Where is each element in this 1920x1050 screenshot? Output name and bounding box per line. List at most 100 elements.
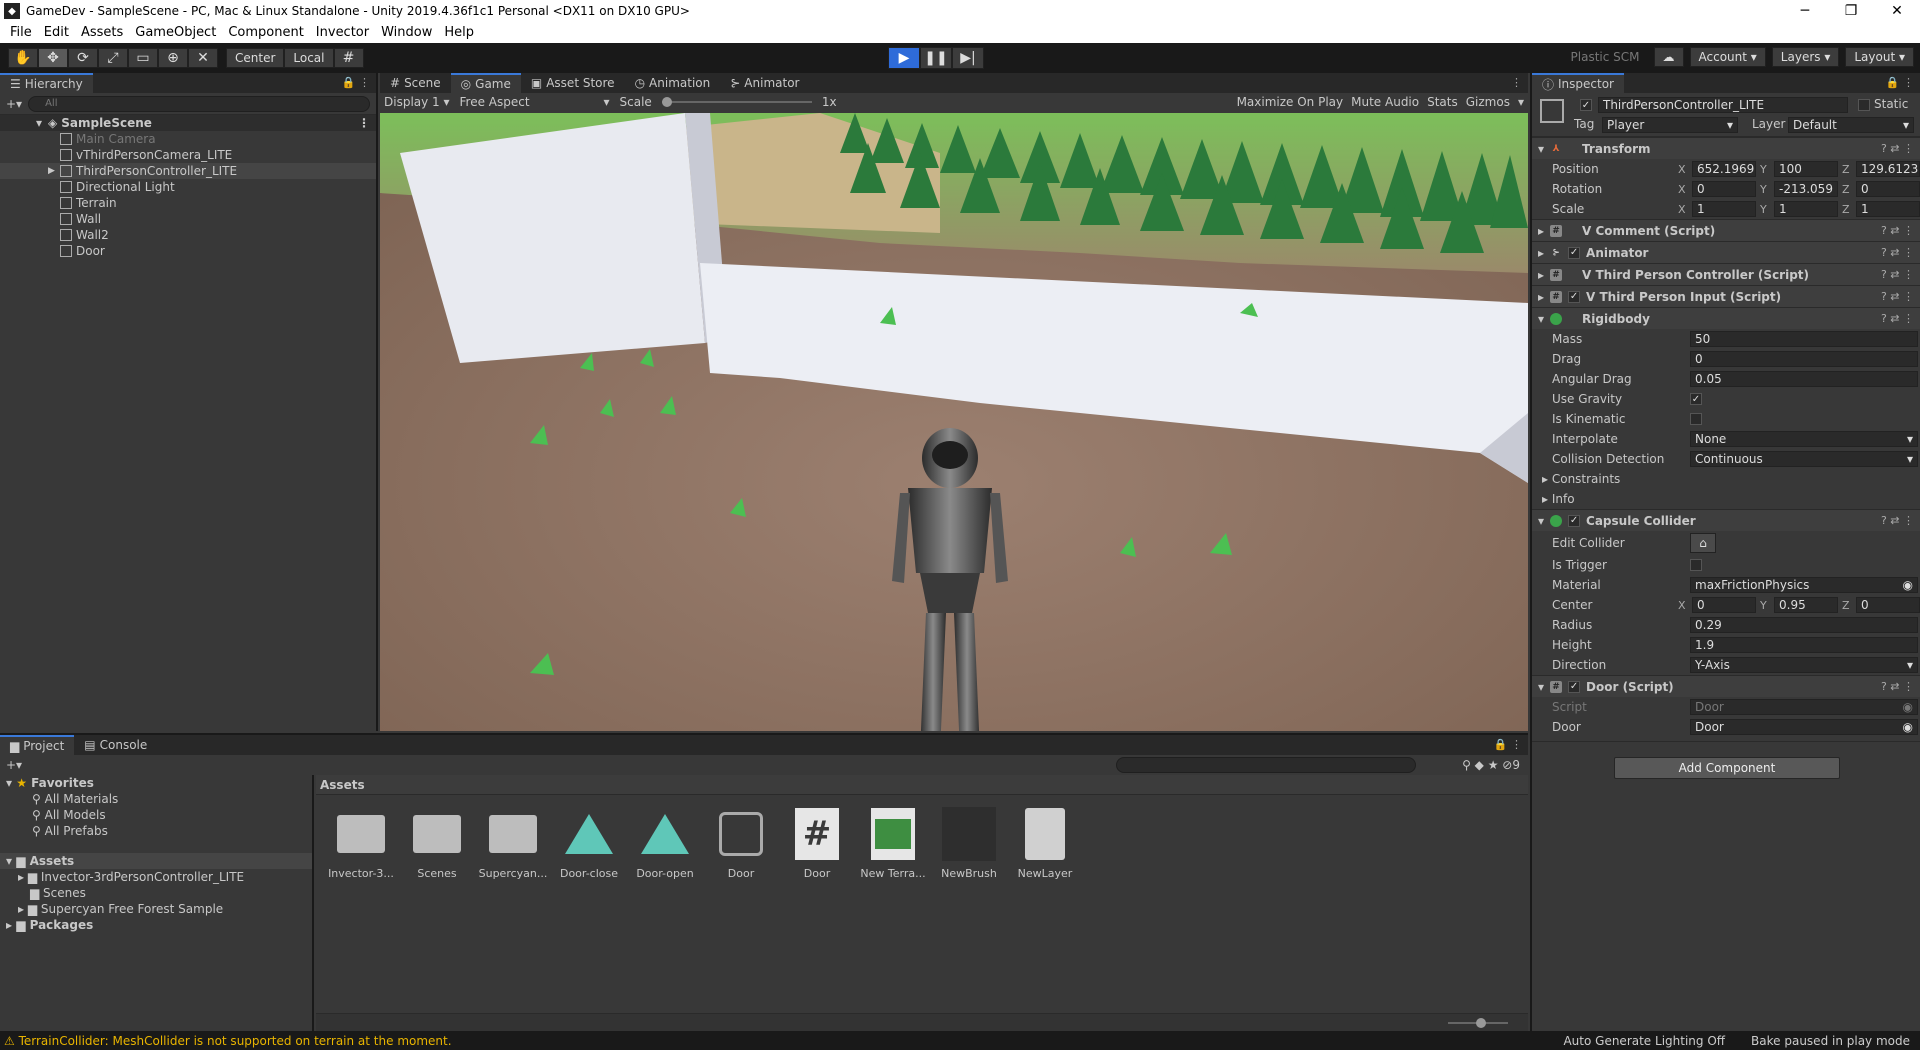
menu-assets[interactable]: Assets (75, 25, 129, 40)
chevron-right-icon[interactable]: ▸ (1538, 224, 1544, 238)
tab-animation[interactable]: ◷ Animation (625, 73, 721, 93)
chevron-right-icon[interactable]: ▸ (18, 902, 28, 916)
maximize-on-play-toggle[interactable]: Maximize On Play (1237, 95, 1344, 109)
assets-root-row[interactable]: ▾ ▆ Assets (0, 853, 312, 869)
position-y-field[interactable]: 100 (1774, 161, 1838, 177)
grid-snap-icon[interactable]: # (333, 48, 364, 68)
folder-row[interactable]: ▸ ▆ Invector-3rdPersonController_LITE (0, 869, 312, 885)
help-settings-icon[interactable]: ? ⇄ ⋮ (1881, 312, 1914, 325)
transform-tool-icon[interactable]: ⊕ (158, 48, 188, 68)
favorites-row[interactable]: ▾ ★ Favorites (0, 775, 312, 791)
scene-menu-icon[interactable]: ⋮ (358, 116, 370, 130)
component-header[interactable]: ▸ # V Comment (Script) ? ⇄ ⋮ (1532, 219, 1920, 241)
position-x-field[interactable]: 652.1969 (1692, 161, 1756, 177)
rotate-tool-icon[interactable]: ⟳ (68, 48, 98, 68)
angular-drag-field[interactable]: 0.05 (1690, 371, 1918, 387)
chevron-right-icon[interactable]: ▸ (18, 870, 28, 884)
layer-dropdown[interactable]: Default ▾ (1788, 117, 1914, 133)
scale-y-field[interactable]: 1 (1774, 201, 1838, 217)
step-button[interactable]: ▶| (952, 47, 984, 69)
center-z-field[interactable]: 0 (1856, 597, 1920, 613)
collision-detection-dropdown[interactable]: Continuous ▾ (1690, 451, 1918, 467)
chevron-down-icon[interactable]: ▾ (1538, 514, 1544, 528)
chevron-down-icon[interactable]: ▾ (1538, 312, 1544, 326)
tab-inspector[interactable]: ⓘ Inspector (1532, 73, 1624, 93)
active-checkbox[interactable]: ✓ (1580, 99, 1592, 111)
tab-game[interactable]: ◎ Game (450, 73, 521, 93)
asset-item[interactable]: Invector-3... (328, 807, 394, 880)
panel-lock-icon[interactable]: 🔒 ⋮ (342, 76, 370, 89)
hand-tool-icon[interactable]: ✋ (8, 48, 38, 68)
asset-item[interactable]: NewLayer (1012, 807, 1078, 880)
center-x-field[interactable]: 0 (1692, 597, 1756, 613)
asset-item[interactable]: Scenes (404, 807, 470, 880)
capsule-collider-header[interactable]: ▾ ✓ Capsule Collider ? ⇄ ⋮ (1532, 509, 1920, 531)
asset-item[interactable]: NewBrush (936, 807, 1002, 880)
door-field[interactable]: Door ◉ (1690, 719, 1918, 735)
status-warning-text[interactable]: TerrainCollider: MeshCollider is not sup… (19, 1034, 452, 1048)
object-picker-icon[interactable]: ◉ (1903, 720, 1913, 734)
is-kinematic-checkbox[interactable] (1690, 413, 1702, 425)
scale-slider[interactable] (661, 97, 812, 107)
plastic-scm-button[interactable]: Plastic SCM (1562, 47, 1648, 67)
panel-menu-icon[interactable]: ⋮ (1511, 76, 1522, 89)
menu-file[interactable]: File (4, 25, 38, 40)
constraints-foldout[interactable]: ▸ Constraints (1532, 469, 1920, 489)
chevron-right-icon[interactable]: ▸ (1538, 268, 1544, 282)
cloud-icon[interactable]: ☁ (1653, 47, 1684, 67)
account-dropdown[interactable]: Account ▾ (1689, 47, 1766, 67)
is-trigger-checkbox[interactable] (1690, 559, 1702, 571)
expand-arrow-icon[interactable]: ▾ (36, 116, 42, 130)
expand-arrow-icon[interactable]: ▶ (48, 166, 55, 176)
transform-header[interactable]: ▾ ⅄ Transform ? ⇄ ⋮ (1532, 137, 1920, 159)
component-header[interactable]: ▸ # V Third Person Controller (Script) ? ⇄ … (1532, 263, 1920, 285)
scale-tool-icon[interactable]: ⤢ (98, 48, 128, 68)
hierarchy-item[interactable]: vThirdPersonCamera_LITE (0, 147, 376, 163)
menu-window[interactable]: Window (375, 25, 438, 40)
rotation-x-field[interactable]: 0 (1692, 181, 1756, 197)
asset-item[interactable]: Door (708, 807, 774, 880)
play-button[interactable]: ▶ (888, 47, 920, 69)
static-checkbox[interactable] (1858, 99, 1870, 111)
use-gravity-checkbox[interactable]: ✓ (1690, 393, 1702, 405)
hierarchy-item[interactable]: Main Camera (0, 131, 376, 147)
menu-invector[interactable]: Invector (310, 25, 375, 40)
object-name-field[interactable]: ThirdPersonController_LITE (1598, 97, 1848, 113)
maximize-button[interactable]: ❐ (1828, 0, 1874, 22)
custom-tool-icon[interactable]: ✕ (188, 48, 218, 68)
asset-item[interactable]: Door-open (632, 807, 698, 880)
favorite-item[interactable]: ⚲ All Prefabs (0, 823, 312, 839)
mass-field[interactable]: 50 (1690, 331, 1918, 347)
rigidbody-header[interactable]: ▾ Rigidbody ? ⇄ ⋮ (1532, 307, 1920, 329)
project-search-input[interactable] (1116, 757, 1416, 773)
asset-item[interactable]: # Door (784, 807, 850, 880)
tab-project[interactable]: ▆ Project (0, 735, 75, 755)
hierarchy-item-selected[interactable]: ▶ ThirdPersonController_LITE (0, 163, 376, 179)
object-picker-icon[interactable]: ◉ (1903, 578, 1913, 592)
hierarchy-item[interactable]: Door (0, 243, 376, 259)
hierarchy-item[interactable]: Wall (0, 211, 376, 227)
material-field[interactable]: maxFrictionPhysics ◉ (1690, 577, 1918, 593)
component-enabled-checkbox[interactable]: ✓ (1568, 246, 1581, 259)
auto-lighting-status[interactable]: Auto Generate Lighting Off (1563, 1034, 1725, 1048)
radius-field[interactable]: 0.29 (1690, 617, 1918, 633)
tag-dropdown[interactable]: Player ▾ (1602, 117, 1738, 133)
layout-dropdown[interactable]: Layout ▾ (1845, 47, 1914, 67)
chevron-down-icon[interactable]: ▾ (1538, 142, 1544, 156)
minimize-button[interactable]: ─ (1782, 0, 1828, 22)
menu-component[interactable]: Component (222, 25, 309, 40)
mute-audio-toggle[interactable]: Mute Audio (1351, 95, 1419, 109)
component-enabled-checkbox[interactable]: ✓ (1568, 290, 1581, 303)
stats-toggle[interactable]: Stats (1427, 95, 1458, 109)
position-z-field[interactable]: 129.6123 (1856, 161, 1920, 177)
help-settings-icon[interactable]: ? ⇄ ⋮ (1881, 514, 1914, 527)
interpolate-dropdown[interactable]: None ▾ (1690, 431, 1918, 447)
aspect-dropdown[interactable]: Free Aspect ▾ (460, 95, 610, 109)
scale-z-field[interactable]: 1 (1856, 201, 1920, 217)
drag-field[interactable]: 0 (1690, 351, 1918, 367)
component-enabled-checkbox[interactable]: ✓ (1568, 514, 1581, 527)
pivot-center-button[interactable]: Center (226, 48, 285, 68)
chevron-down-icon[interactable]: ▾ (1518, 95, 1524, 109)
tab-scene[interactable]: # Scene (380, 73, 451, 93)
help-settings-icon[interactable]: ? ⇄ ⋮ (1881, 268, 1914, 281)
